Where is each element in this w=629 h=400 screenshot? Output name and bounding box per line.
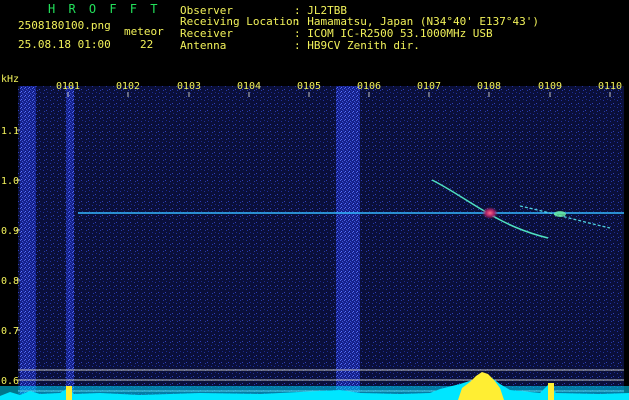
time-tick-label: 0109 (538, 81, 562, 92)
freq-tick-label: 0.8 (1, 276, 19, 287)
spectrogram: kHz 0101 0102 0103 0104 0105 0106 0107 0108 0109 0… (0, 74, 629, 400)
time-tick-label: 0107 (417, 81, 441, 92)
time-tick-label: 0104 (237, 81, 261, 92)
time-tick-label: 0103 (177, 81, 201, 92)
time-tick-label: 0102 (116, 81, 140, 92)
meteor-hotspot-1 (482, 207, 498, 219)
freq-tick-label: 0.6 (1, 376, 19, 387)
freq-tick-label: 1.0 (1, 176, 19, 187)
time-tick-label: 0106 (357, 81, 381, 92)
burst-small-1 (66, 386, 72, 400)
time-tick-label: 0101 (56, 81, 80, 92)
freq-tick-label: 1.1 (1, 126, 19, 137)
noise-band-3 (336, 86, 360, 396)
time-tick-label: 0105 (297, 81, 321, 92)
time-tick-label: 0110 (598, 81, 622, 92)
noise-band-1 (20, 86, 36, 396)
unit-label: kHz (1, 74, 19, 85)
freq-tick-label: 0.7 (1, 326, 19, 337)
freq-tick-label: 0.9 (1, 226, 19, 237)
spectrum-background (18, 86, 624, 396)
burst-small-2 (548, 383, 554, 400)
noise-band-2 (66, 86, 74, 396)
time-tick-label: 0108 (477, 81, 501, 92)
spectrogram-screen: H R O F F T 2508180100.png 25.08.18 01:0… (0, 0, 629, 400)
meteor-hotspot-2 (554, 211, 566, 217)
